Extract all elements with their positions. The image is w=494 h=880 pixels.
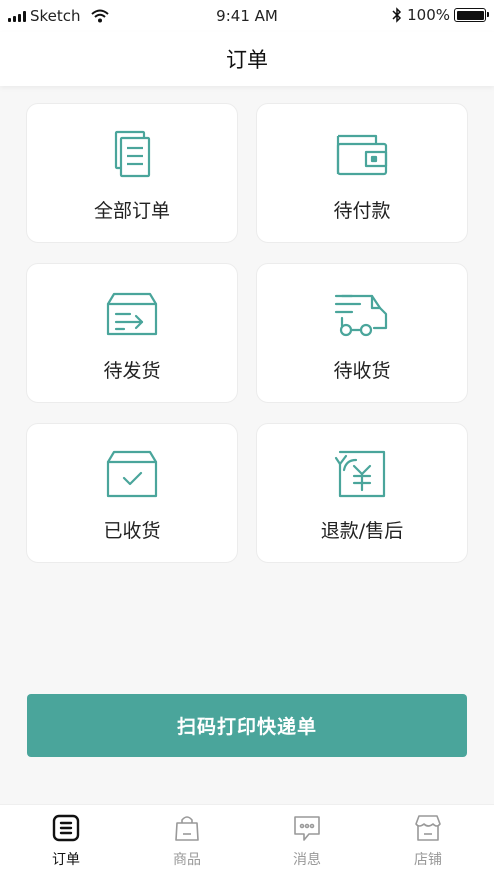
card-refund-aftersales[interactable]: 退款/售后 [256, 423, 468, 563]
card-label: 待发货 [103, 360, 161, 382]
card-pending-receipt[interactable]: 待收货 [256, 263, 468, 403]
chat-icon [294, 816, 320, 841]
card-label: 退款/售后 [320, 520, 404, 542]
status-right: 100% [392, 6, 489, 24]
bluetooth-icon [392, 7, 402, 23]
card-label: 待收货 [333, 360, 391, 382]
wallet-icon [336, 134, 388, 176]
card-label: 待付款 [333, 200, 391, 222]
tab-messages[interactable]: 消息 [267, 805, 347, 880]
truck-icon [334, 294, 388, 337]
battery-icon [454, 8, 489, 22]
tab-label: 消息 [293, 852, 321, 868]
shopping-bag-icon [175, 816, 199, 841]
status-bar: Sketch 9:41 AM 100% [0, 0, 494, 32]
tab-label: 订单 [52, 852, 80, 868]
card-all-orders[interactable]: 全部订单 [26, 103, 238, 243]
tab-label: 店铺 [414, 852, 442, 868]
card-pending-shipment[interactable]: 待发货 [26, 263, 238, 403]
order-list-icon [52, 814, 80, 842]
box-check-icon [106, 450, 158, 498]
tab-products[interactable]: 商品 [147, 805, 227, 880]
card-received[interactable]: 已收货 [26, 423, 238, 563]
yen-refund-icon [334, 450, 386, 498]
card-pending-payment[interactable]: 待付款 [256, 103, 468, 243]
tab-store[interactable]: 店铺 [388, 805, 468, 880]
tab-bar: 订单 商品 消息 店铺 [0, 804, 494, 880]
nav-bar: 订单 [0, 32, 494, 86]
scan-print-button-label: 扫码打印快递单 [176, 716, 317, 738]
store-icon [415, 815, 441, 841]
page-title: 订单 [226, 48, 268, 72]
scan-print-button[interactable]: 扫码打印快递单 [27, 694, 467, 757]
documents-icon [114, 130, 151, 178]
battery-percent: 100% [407, 6, 450, 24]
card-label: 全部订单 [93, 200, 170, 222]
tab-label: 商品 [173, 852, 201, 868]
box-arrow-icon [106, 292, 158, 336]
card-label: 已收货 [103, 520, 161, 542]
tab-orders[interactable]: 订单 [26, 805, 106, 880]
